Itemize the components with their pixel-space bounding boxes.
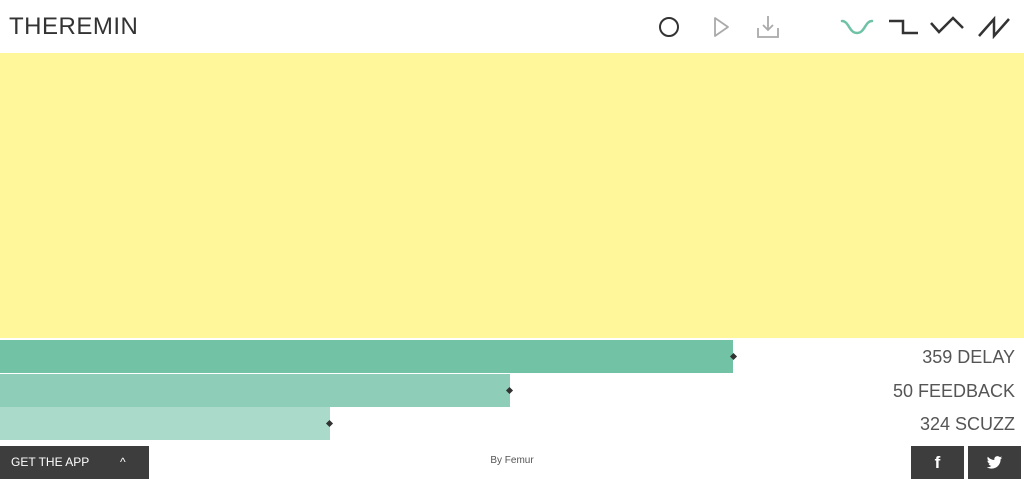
credit-text: By Femur	[490, 455, 534, 466]
sawtooth-wave-button[interactable]	[975, 10, 1013, 44]
play-button[interactable]	[703, 10, 737, 44]
sine-wave-button[interactable]	[838, 10, 876, 44]
scuzz-slider-fill	[0, 407, 330, 440]
play-icon	[714, 17, 729, 37]
scuzz-value: 324	[919, 414, 950, 434]
square-wave-icon	[889, 19, 918, 35]
twitter-icon	[986, 455, 1003, 469]
twitter-share-button[interactable]	[968, 446, 1021, 479]
feedback-slider-fill	[0, 374, 510, 407]
feedback-slider[interactable]: 50 FEEDBACK	[0, 374, 1024, 407]
download-button[interactable]	[751, 10, 785, 44]
triangle-wave-button[interactable]	[928, 10, 966, 44]
feedback-slider-handle[interactable]	[506, 386, 514, 395]
triangle-wave-icon	[930, 16, 964, 34]
square-wave-button[interactable]	[884, 10, 922, 44]
sawtooth-wave-icon	[978, 15, 1010, 39]
sine-wave-icon	[840, 19, 874, 35]
delay-label: DELAY	[957, 347, 1015, 367]
app-title: THEREMIN	[9, 13, 139, 40]
scuzz-slider-readout: 324 SCUZZ	[920, 412, 1015, 436]
scuzz-label: SCUZZ	[955, 414, 1015, 434]
facebook-icon: f	[934, 452, 941, 472]
download-icon	[757, 16, 779, 38]
delay-slider-readout: 359 DELAY	[922, 345, 1015, 369]
record-button[interactable]	[652, 10, 686, 44]
feedback-label: FEEDBACK	[917, 381, 1015, 401]
delay-value: 359	[922, 347, 953, 367]
delay-slider-fill	[0, 340, 734, 373]
feedback-slider-readout: 50 FEEDBACK	[893, 379, 1015, 403]
scuzz-slider[interactable]: 324 SCUZZ	[0, 407, 1024, 440]
theremin-app: THEREMIN 359 DELAY 50 FEEDBACK 324 SCUZZ…	[0, 0, 1024, 479]
facebook-share-button[interactable]: f	[911, 446, 964, 479]
record-icon	[659, 17, 679, 37]
theremin-play-area[interactable]	[0, 53, 1024, 338]
delay-slider[interactable]: 359 DELAY	[0, 340, 1024, 373]
header-bar: THEREMIN	[0, 0, 1024, 53]
feedback-value: 50	[892, 381, 913, 401]
